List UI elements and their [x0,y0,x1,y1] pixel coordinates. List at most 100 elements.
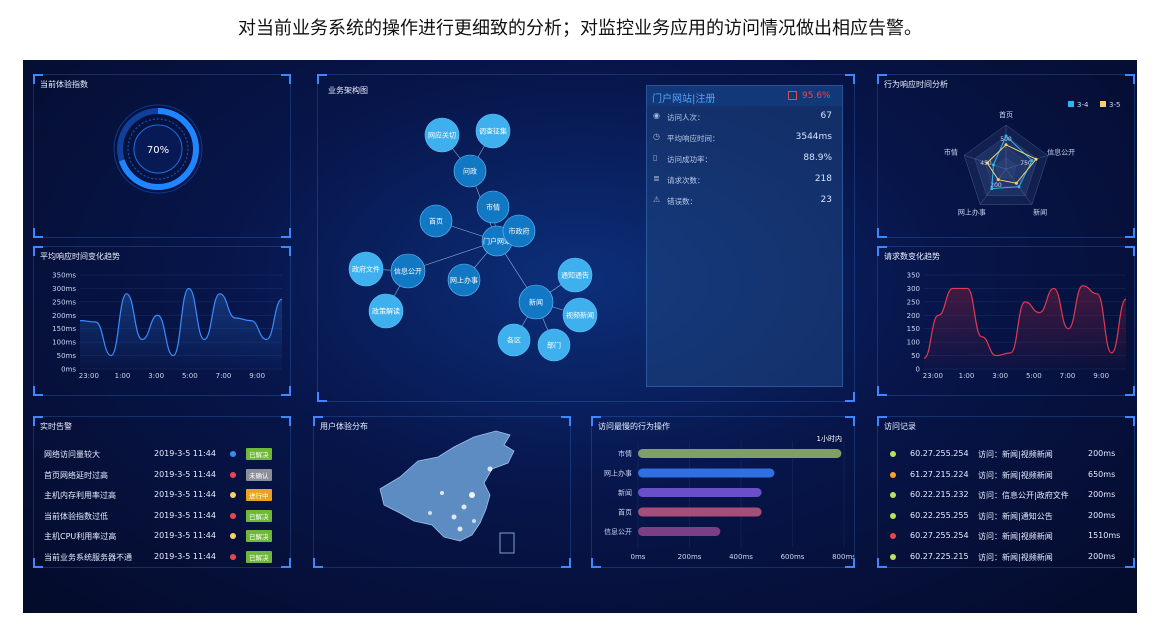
record-ip: 60.27.255.254 [910,449,969,458]
record-row[interactable]: 60.22.255.255 访问：新闻|通知公告 200ms [878,509,1134,525]
map-hotspot [457,526,463,532]
record-ip: 60.27.255.254 [910,531,969,540]
map-hotspot [487,466,493,472]
y-tick-label: 150ms [52,325,76,333]
info-row-value: 23 [820,195,832,205]
file-icon: ▯ [653,153,658,162]
info-row: ◷ 平均响应时间： 3544ms [647,131,842,149]
corner-mark [1125,74,1135,84]
alert-status-dot [230,451,236,457]
alert-row[interactable]: 主机CPU利用率过高 2019-3-5 11:44 已解决 [34,529,290,545]
alert-status-badge: 已解决 [246,448,272,460]
graph-node-label: 新闻 [529,298,543,307]
record-ip: 61.27.215.224 [910,469,969,479]
response-trend-chart: 350ms 300ms 250ms 200ms 150ms 100ms 50ms 0ms23:… [52,272,283,380]
record-row[interactable]: 61.27.215.224 访问：新闻|视频新闻 650ms [878,468,1134,484]
info-row-label: 请求次数： [667,176,705,185]
info-card-alert: 95.6% [802,91,831,101]
x-tick-label: 9:00 [1093,372,1109,380]
record-ms: 1510ms [1088,531,1121,540]
alert-row[interactable]: 网络访问量较大 2019-3-5 11:44 已解决 [34,447,290,463]
map-inset [499,532,515,554]
corner-mark [1125,558,1135,568]
alert-row[interactable]: 主机内存利用率过高 2019-3-5 11:44 进行中 [34,488,290,504]
bar [638,449,842,458]
record-row[interactable]: 60.27.255.254 访问：新闻|视频新闻 1510ms [878,529,1134,545]
map-hotspot [469,492,475,498]
corner-mark [33,386,43,396]
info-row: ◉ 访问人次： 67 [647,110,842,128]
alert-row[interactable]: 当前业务系统服务器不通 2019-3-5 11:44 已解决 [34,550,290,566]
alert-text: 当前业务系统服务器不通 [44,552,132,562]
clock-icon: ◷ [653,132,660,141]
x-tick-label: 7:00 [1060,372,1076,380]
record-ip: 60.27.225.215 [910,551,969,561]
response-trend-panel: 平均响应时间变化趋势 350ms 300ms 250ms 200ms 150ms 100m… [33,246,291,396]
x-tick-label: 3:00 [148,372,164,380]
map-shape [379,430,515,542]
alert-status-dot [230,553,236,560]
corner-mark [33,558,43,568]
request-trend-panel: 请求数变化趋势 350 300 250 200 150 100 50 0 23:00 1:00 3:… [877,246,1135,396]
info-row-value: 67 [820,111,832,121]
record-row[interactable]: 60.27.255.254 访问：新闻|视频新闻 200ms [878,447,1134,463]
info-row: ≣ 请求次数： 218 [647,173,842,191]
alert-text: 当前体验指数过低 [44,511,108,521]
corner-mark [877,416,887,426]
record-row[interactable]: 60.27.225.215 访问：新闻|视频新闻 200ms [878,550,1134,566]
radar-axis-label: 新闻 [1033,208,1047,217]
x-tick-label: 23:00 [79,372,99,380]
corner-mark [877,246,887,256]
record-desc: 访问：信息公开|政府文件 [978,491,1069,500]
record-row[interactable]: 60.22.215.232 访问：信息公开|政府文件 200ms [878,488,1134,504]
record-ms: 200ms [1088,449,1116,458]
radar-axis-label: 市情 [944,147,958,156]
radar-chart: 首页信息公开新闻网上办事市情5007504502003-43-5 [944,101,1120,217]
graph-node-label: 网上办事 [450,276,478,285]
corner-mark [845,416,855,426]
category-label: 网上办事 [604,469,632,478]
info-row-label: 错误数： [667,197,697,206]
graph-node-label: 各区 [507,336,521,345]
corner-mark [317,392,327,402]
corner-mark [877,74,887,84]
bar [638,488,762,497]
y-tick-label: 300ms [52,285,76,293]
corner-mark [561,558,571,568]
china-map [379,430,515,554]
graph-node-label: 问政 [463,167,477,176]
info-row: ▯ 访问成功率： 88.9% [647,152,842,170]
record-desc: 访问：新闻|视频新闻 [978,450,1053,459]
y-tick-label: 50ms [57,352,77,360]
y-tick-label: 150 [907,325,920,333]
corner-mark [281,228,291,238]
corner-mark [33,246,43,256]
alert-text: 首页网络延时过高 [44,470,108,480]
bar [638,507,762,517]
info-row-label: 平均响应时间： [667,134,720,143]
x-tick-label: 0ms [631,553,646,561]
alert-row[interactable]: 首页网络延时过高 2019-3-5 11:44 未确认 [34,468,290,484]
corner-mark [845,558,855,568]
alert-row[interactable]: 当前体验指数过低 2019-3-5 11:44 已解决 [34,509,290,525]
alert-icon [788,91,797,100]
map-hotspot [440,491,444,495]
y-tick-label: 100ms [52,339,76,347]
slowest-panel: 访问最慢的行为操作 0ms 200ms 400ms 600ms 800ms 1小时内 市情网… [591,416,855,568]
graph-node-label: 部门 [547,341,561,350]
record-status-dot [890,451,896,457]
graph-node-label: 政策解读 [372,307,400,316]
record-ip: 60.22.255.255 [910,510,969,520]
record-status-dot [890,512,896,519]
alert-time: 2019-3-5 11:44 [154,551,216,561]
record-status-dot [890,553,896,560]
corner-mark [33,228,43,238]
page-caption: 对当前业务系统的操作进行更细致的分析；对监控业务应用的访问情况做出相应告警。 [238,18,922,39]
info-row: ⚠ 错误数： 23 [647,194,842,212]
corner-mark [281,558,291,568]
info-card-title[interactable]: 门户网站|注册 [652,90,715,105]
y-tick-label: 100 [907,339,920,347]
graph-node-label: 首页 [429,217,443,226]
radar-panel: 行为响应时间分析 首页信息公开新闻网上办事市情5007504502003-43-… [877,74,1135,238]
bar [638,527,721,536]
